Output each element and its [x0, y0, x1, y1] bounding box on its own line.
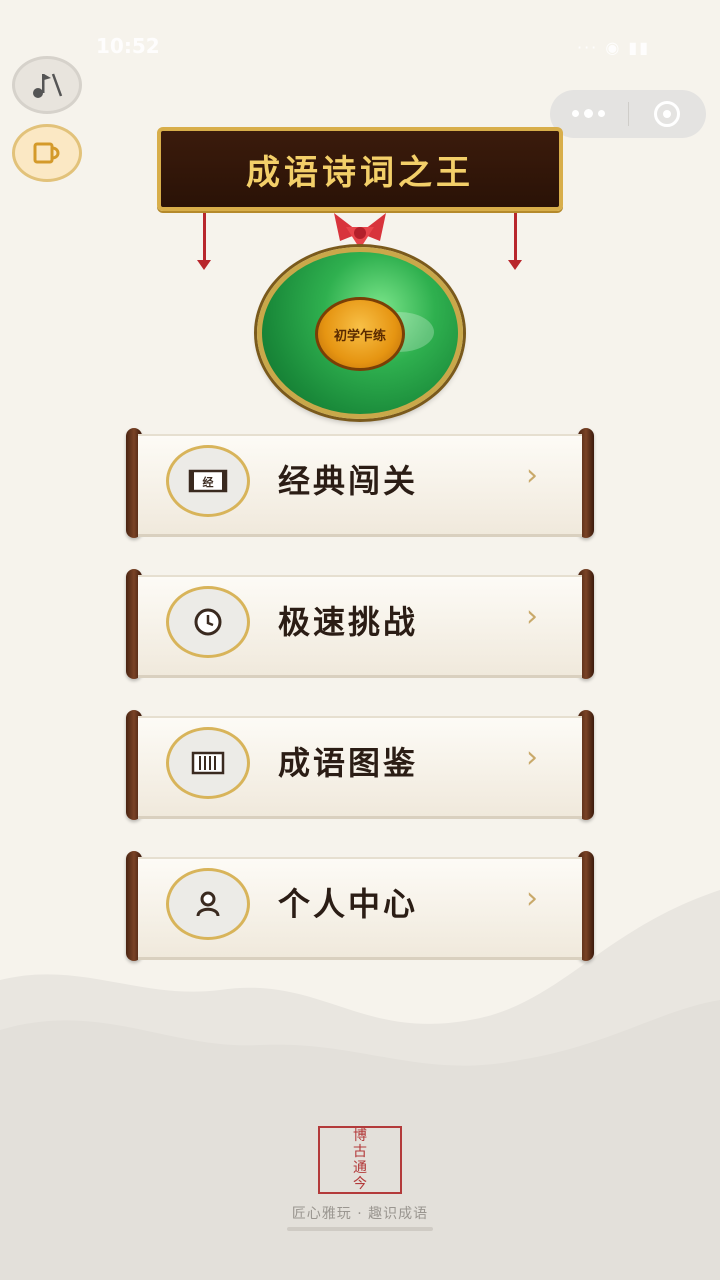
tassel-left — [197, 212, 211, 270]
book-icon — [191, 751, 225, 775]
status-icons: ··· ◉ ▮▮ — [577, 38, 650, 57]
menu-badge — [166, 868, 250, 940]
tassel-right — [508, 212, 522, 270]
menu-badge — [166, 727, 250, 799]
chevron-right-icon: › — [526, 740, 538, 775]
cup-button[interactable] — [12, 124, 82, 182]
mini-program-capsule — [550, 90, 706, 138]
menu-badge — [166, 586, 250, 658]
status-bar: 10:52 ··· ◉ ▮▮ — [0, 28, 720, 64]
menu-label: 成语图鉴 — [278, 744, 419, 782]
rank-coin: 初学乍练 — [315, 297, 405, 371]
menu-item-personal-center[interactable]: 个人中心 › — [126, 851, 594, 961]
menu-label: 经典闯关 — [278, 462, 419, 500]
music-toggle-button[interactable] — [12, 56, 82, 114]
menu-label: 个人中心 — [278, 885, 419, 923]
cup-icon — [33, 142, 60, 164]
page-title: 成语诗词之王 — [246, 152, 474, 193]
title-plaque: 成语诗词之王 — [157, 127, 563, 211]
person-icon — [196, 891, 220, 917]
scroll-book-char: 经 — [203, 475, 214, 489]
music-note-icon — [33, 73, 63, 98]
seal-text: 博古通今 — [353, 1128, 367, 1192]
menu-item-speed-challenge[interactable]: 极速挑战 › — [126, 569, 594, 679]
scroll-book-icon: 经 — [188, 469, 228, 493]
status-time: 10:52 — [96, 34, 160, 58]
rank-medal: 初学乍练 — [250, 205, 470, 425]
chevron-right-icon: › — [526, 599, 538, 634]
footer-slogan: 匠心雅玩 · 趣识成语 — [291, 1206, 429, 1222]
close-target-icon[interactable] — [629, 101, 707, 127]
chevron-right-icon: › — [526, 458, 538, 493]
more-dots-icon[interactable] — [550, 109, 628, 118]
chevron-right-icon: › — [526, 881, 538, 916]
clock-icon — [194, 608, 222, 636]
seal-stamp: 博古通今 — [318, 1126, 402, 1194]
menu-label: 极速挑战 — [278, 603, 419, 641]
menu-badge: 经 — [166, 445, 250, 517]
menu-item-idiom-gallery[interactable]: 成语图鉴 › — [126, 710, 594, 820]
rank-label: 初学乍练 — [333, 328, 386, 344]
menu-item-classic-levels[interactable]: 经 经典闯关 › — [126, 428, 594, 538]
home-indicator — [287, 1227, 433, 1231]
